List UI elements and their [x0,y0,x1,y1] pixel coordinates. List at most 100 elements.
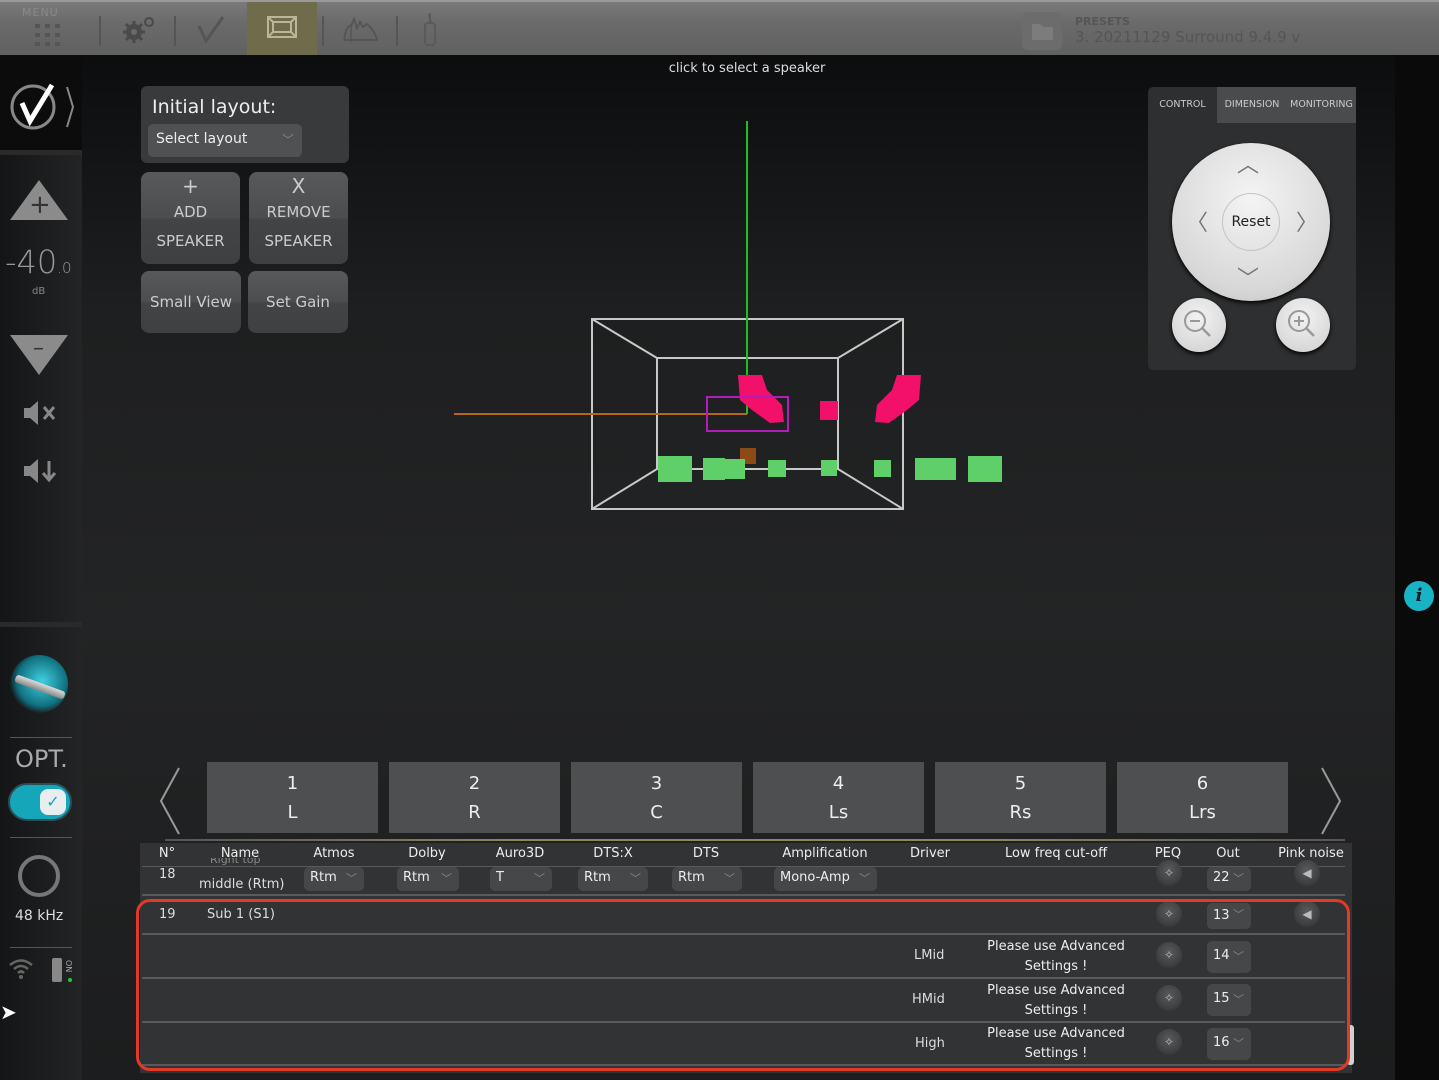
add-speaker-line1: ADD [173,203,208,221]
sidebar-divider [10,737,72,738]
preset-value[interactable]: 3. 20211129 Surround 9.4.9 v [1075,28,1300,46]
speaker-tab-5[interactable]: 5 Rs [935,762,1106,833]
speaker-tab-number: 6 [1196,773,1209,794]
auro3d-value: T [496,870,504,885]
dtsx-select[interactable]: Rtm ﹀ [578,867,648,891]
chevron-down-icon: ﹀ [441,872,452,885]
column-header: Pink noise [1278,846,1344,861]
tab-monitoring[interactable]: MONITORING [1287,87,1356,123]
volume-decimal: .0 [57,259,72,277]
reset-view-button[interactable]: Reset [1222,193,1280,251]
view-control-panel: CONTROL DIMENSION MONITORING ︿ ﹀ 〈 〉 Res… [1148,87,1356,370]
initial-layout-label: Initial layout: [152,96,277,118]
menu-button[interactable]: MENU [0,2,95,55]
info-button[interactable]: i [1404,581,1434,611]
initial-layout-panel: Initial layout: Select layout ﹀ [141,86,349,163]
floor-speaker[interactable] [658,456,692,482]
set-gain-button[interactable]: Set Gain [248,271,348,333]
sidebar-divider [10,947,72,948]
chevron-left-icon [159,767,180,835]
plus-icon: + [29,190,51,220]
row-divider [142,894,1345,896]
check-icon: ✓ [40,789,66,815]
small-view-button[interactable]: Small View [141,271,241,333]
auro3d-select[interactable]: T ﹀ [490,867,552,891]
row-number: 18 [159,867,176,882]
floor-speaker[interactable] [821,460,837,476]
chevron-down-icon: ﹀ [1233,872,1244,885]
chevron-right-icon [1321,767,1342,835]
floor-speaker[interactable] [703,458,725,480]
dolby-select[interactable]: Rtm ﹀ [397,867,459,891]
floor-speaker[interactable] [723,459,745,479]
rotate-up-button[interactable]: ︿ [1237,147,1259,179]
speaker-tab-name: C [650,802,663,823]
chevron-down-icon: ﹀ [534,872,545,885]
calibration-button[interactable] [180,2,242,55]
floor-speaker[interactable] [968,456,1002,482]
speaker-3d-view[interactable] [442,115,1042,565]
amplification-value: Mono-Amp [780,870,850,885]
zoom-in-icon [1288,310,1315,337]
speaker-tab-name: Rs [1009,802,1032,823]
sample-rate-sync-icon[interactable] [18,855,60,897]
add-speaker-button[interactable]: + ADD SPEAKER [141,172,240,264]
remove-speaker-line2: SPEAKER [264,232,333,250]
speaker-tab-4[interactable]: 4 Ls [753,762,924,833]
remove-speaker-button[interactable]: X REMOVE SPEAKER [249,172,348,264]
view-rotation-dpad: ︿ ﹀ 〈 〉 Reset [1172,143,1330,301]
layout-select[interactable]: Select layout ﹀ [148,124,302,157]
toolbar-divider [396,16,398,46]
rotate-left-button[interactable]: 〈 [1186,205,1208,237]
carousel-next-button[interactable] [1318,765,1344,848]
carousel-prev-button[interactable] [157,765,183,848]
pink-noise-icon[interactable]: ◀ [1294,860,1320,886]
volume-down-icon [24,459,57,483]
layout-select-value: Select layout [156,131,248,147]
grid-dots-icon [35,24,60,46]
settings-button[interactable] [105,2,170,55]
room-edge [591,468,658,510]
height-speaker[interactable] [820,401,838,420]
floor-speaker[interactable] [768,460,786,477]
carousel-underline [165,839,1345,841]
out-select[interactable]: 22 ﹀ [1207,867,1251,891]
speaker-tab-2[interactable]: 2R [389,762,560,833]
atmos-value: Rtm [310,870,337,885]
close-icon: X [291,174,306,198]
rotate-down-button[interactable]: ﹀ [1237,261,1259,293]
height-speaker[interactable] [738,375,784,423]
opt-toggle[interactable]: ✓ [8,783,72,821]
frequency-response-button[interactable] [328,2,393,55]
amplification-select[interactable]: Mono-Amp ﹀ [774,867,877,891]
presets-button[interactable] [1022,12,1062,50]
floor-speaker[interactable] [915,458,935,480]
speaker-tab-6[interactable]: 6 Lrs [1117,762,1288,833]
floor-speaker[interactable] [934,458,956,480]
dts-select[interactable]: Rtm ﹀ [672,867,742,891]
atmos-select[interactable]: Rtm ﹀ [304,867,364,891]
speaker-tab-3[interactable]: 3C [571,762,742,833]
zoom-out-icon [1184,310,1211,337]
microphone-button[interactable] [402,2,457,55]
speaker-tab-1[interactable]: 1L [207,762,378,833]
right-edge-strip [1395,55,1439,1080]
tab-control[interactable]: CONTROL [1148,87,1217,123]
rotate-right-button[interactable]: 〉 [1296,205,1318,237]
floor-speaker[interactable] [874,460,891,477]
mute-button[interactable] [22,399,62,433]
speaker-tab-number: 5 [1014,773,1027,794]
speaker-layout-button[interactable] [247,2,317,55]
room-edge [591,318,658,359]
selected-rows-highlight [136,899,1350,1071]
zoom-out-button[interactable] [1172,298,1226,352]
row-name: middle (Rtm) [199,877,285,892]
peq-icon[interactable]: ✧ [1156,860,1182,886]
opt-label: OPT. [15,745,68,773]
dim-button[interactable] [22,457,62,491]
zoom-in-button[interactable] [1276,298,1330,352]
height-speaker[interactable] [875,375,921,423]
logo-area[interactable] [0,55,82,155]
menu-label: MENU [22,6,59,19]
tab-dimension[interactable]: DIMENSION [1217,87,1287,123]
